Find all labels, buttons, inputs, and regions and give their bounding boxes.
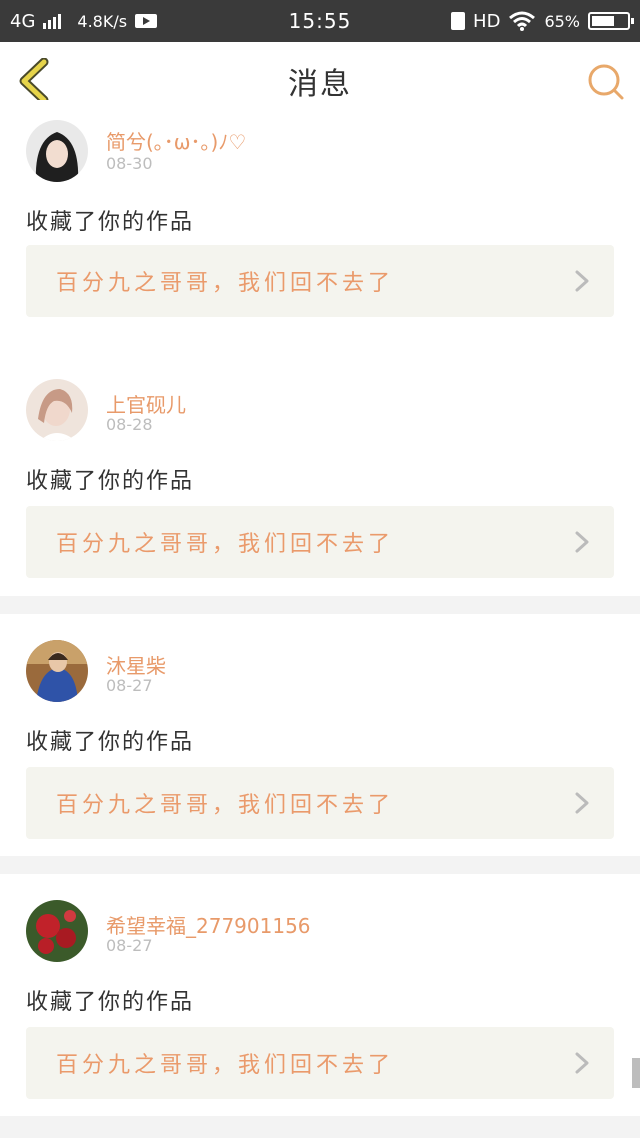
message-date: 08-28 (106, 415, 153, 434)
chevron-right-icon (575, 792, 589, 814)
search-button[interactable] (586, 62, 626, 102)
battery-level (592, 16, 615, 26)
action-text: 收藏了你的作品 (26, 210, 195, 235)
message-date: 08-27 (106, 936, 153, 955)
work-link[interactable]: 百分九之哥哥，我们回不去了 (26, 767, 614, 839)
hd-indicator: HD (473, 10, 501, 32)
work-link[interactable]: 百分九之哥哥，我们回不去了 (26, 1027, 614, 1099)
sim-icon (451, 12, 466, 30)
chevron-right-icon (575, 531, 589, 553)
battery-icon (588, 12, 634, 30)
work-title: 百分九之哥哥，我们回不去了 (56, 532, 395, 557)
work-title: 百分九之哥哥，我们回不去了 (56, 271, 395, 296)
search-icon (588, 64, 624, 100)
list-item: 希望幸福_277901156 08-27 收藏了你的作品 百分九之哥哥，我们回不… (0, 874, 640, 1116)
username[interactable]: 沐星柴 (106, 650, 166, 679)
work-link[interactable]: 百分九之哥哥，我们回不去了 (26, 245, 614, 317)
work-link[interactable]: 百分九之哥哥，我们回不去了 (26, 506, 614, 578)
status-bar: 4G 4.8K/s 15:55 HD 65% (0, 0, 640, 42)
battery-percent: 65% (544, 11, 580, 31)
chevron-right-icon (575, 270, 589, 292)
scrollbar[interactable] (632, 1058, 640, 1088)
message-date: 08-27 (106, 676, 153, 695)
username[interactable]: 希望幸福_277901156 (106, 910, 311, 939)
avatar[interactable] (26, 900, 88, 962)
chevron-right-icon (575, 1052, 589, 1074)
work-title: 百分九之哥哥，我们回不去了 (56, 1053, 395, 1078)
avatar[interactable] (26, 640, 88, 702)
action-text: 收藏了你的作品 (26, 730, 195, 755)
username[interactable]: 上官砚儿 (106, 389, 186, 418)
action-text: 收藏了你的作品 (26, 469, 195, 494)
message-date: 08-30 (106, 154, 153, 173)
avatar[interactable] (26, 379, 88, 441)
status-right: HD 65% (451, 0, 634, 42)
action-text: 收藏了你的作品 (26, 990, 195, 1015)
work-title: 百分九之哥哥，我们回不去了 (56, 793, 395, 818)
list-item: 沐星柴 08-27 收藏了你的作品 百分九之哥哥，我们回不去了 (0, 614, 640, 856)
list-item: 上官砚儿 08-28 收藏了你的作品 百分九之哥哥，我们回不去了 (0, 353, 640, 596)
wifi-icon (509, 11, 536, 31)
avatar[interactable] (26, 120, 88, 182)
username[interactable]: 简兮(｡･ω･｡)ﾉ♡ (106, 126, 246, 155)
